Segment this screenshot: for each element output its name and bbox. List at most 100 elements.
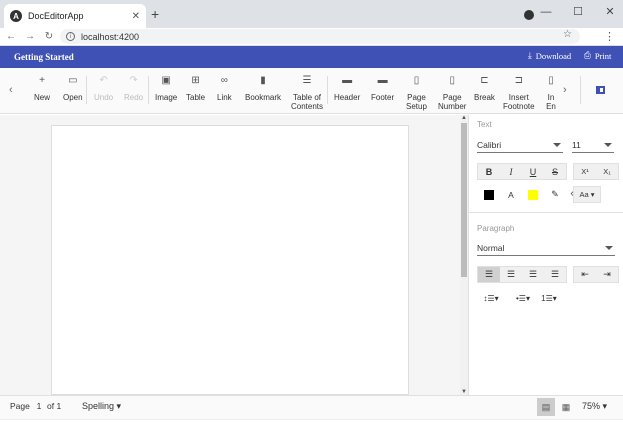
address-bar: ← → ↻ i localhost:4200 ☆ ⋮: [0, 28, 623, 46]
scroll-up-icon[interactable]: ▲: [460, 115, 468, 121]
font-color-button[interactable]: [478, 187, 500, 202]
page-number-input[interactable]: [32, 399, 46, 412]
redo-button[interactable]: ↷ Redo: [124, 76, 144, 103]
angular-favicon-icon: A: [10, 10, 22, 22]
chevron-down-icon: [553, 143, 561, 147]
toolbar-separator: [148, 76, 149, 104]
spelling-dropdown[interactable]: Spelling ▾: [82, 401, 121, 412]
browser-tab[interactable]: A DocEditorApp ✕: [4, 4, 146, 28]
superscript-button[interactable]: X¹: [574, 164, 596, 179]
document-page[interactable]: [51, 125, 409, 395]
change-case-button[interactable]: Aa ▾: [573, 186, 601, 203]
highlight-color-button[interactable]: [522, 187, 544, 202]
image-button[interactable]: ▣ Image: [155, 76, 177, 103]
chevron-down-icon: [604, 143, 612, 147]
align-justify-icon[interactable]: ☰: [544, 267, 566, 282]
footer-button[interactable]: ▬ Footer: [371, 76, 395, 103]
toolbar-scroll-right-icon[interactable]: ›: [563, 84, 567, 96]
toolbar-separator: [580, 76, 581, 104]
toolbar-separator: [86, 76, 87, 104]
properties-pane-toggle-icon[interactable]: [596, 86, 605, 94]
page-number-icon: ▯: [449, 75, 455, 86]
undo-button[interactable]: ↶ Undo: [94, 76, 113, 103]
table-of-contents-button[interactable]: ☰ Table of Contents: [291, 75, 323, 112]
italic-button[interactable]: I: [500, 164, 522, 179]
endnote-label-line1: In: [547, 93, 555, 102]
header-label: Header: [334, 93, 361, 102]
reload-icon[interactable]: ↻: [41, 31, 57, 42]
scrollbar-thumb[interactable]: [461, 123, 467, 277]
info-icon[interactable]: i: [66, 32, 75, 41]
table-icon: ⊞: [191, 75, 200, 86]
link-button[interactable]: ∞ Link: [217, 75, 232, 103]
script-group: X¹ X₁: [573, 163, 619, 180]
toc-label-line1: Table of: [293, 93, 322, 102]
profile-icon[interactable]: [524, 10, 534, 20]
underline-button[interactable]: U: [522, 164, 544, 179]
align-center-icon[interactable]: ☰: [500, 267, 522, 282]
header-button[interactable]: ▬ Header: [334, 75, 361, 103]
close-window-icon[interactable]: ✕: [603, 5, 617, 18]
minimize-icon[interactable]: —: [539, 6, 553, 18]
link-icon: ∞: [220, 75, 228, 86]
app-title: Getting Started: [14, 52, 74, 62]
break-button[interactable]: ⊏ Break: [474, 76, 495, 103]
font-color-label: A: [508, 189, 514, 200]
web-layout-icon[interactable]: ▦: [557, 398, 575, 416]
numbered-list-icon[interactable]: 1☰▾: [536, 291, 562, 306]
align-right-icon[interactable]: ☰: [522, 267, 544, 282]
bookmark-star-icon[interactable]: ☆: [563, 29, 572, 40]
font-size-dropdown[interactable]: 11: [572, 137, 614, 153]
paragraph-style-dropdown[interactable]: Normal: [477, 240, 615, 256]
page-number-button[interactable]: ▯ Page Number: [438, 75, 466, 112]
url-input[interactable]: i localhost:4200 ☆: [60, 29, 580, 44]
new-tab-icon[interactable]: +: [151, 6, 159, 22]
footer-label: Footer: [371, 93, 395, 102]
insert-endnote-button[interactable]: ▯ In En: [545, 76, 557, 111]
vertical-scrollbar[interactable]: ▲ ▼: [460, 115, 468, 395]
document-viewer[interactable]: [0, 115, 460, 395]
editor-toolbar: ‹ + New ▭ Open ↶ Undo ↷ Redo ▣ Image ⊞ T…: [0, 68, 623, 114]
footnote-label-line1: Insert: [508, 93, 529, 102]
paragraph-section-label: Paragraph: [477, 224, 515, 233]
app-title-bar: Getting Started ⤓ Download ⎙ Print: [0, 46, 623, 68]
browser-menu-icon[interactable]: ⋮: [604, 30, 615, 43]
page-setup-icon: ▯: [413, 75, 420, 86]
increase-indent-icon[interactable]: ⇥: [596, 267, 618, 282]
bold-button[interactable]: B: [478, 164, 500, 179]
maximize-icon[interactable]: ☐: [571, 5, 585, 18]
bookmark-button[interactable]: ▮ Bookmark: [245, 75, 281, 103]
download-button[interactable]: ⤓ Download: [528, 50, 571, 61]
download-label: Download: [535, 50, 572, 61]
zoom-dropdown[interactable]: 75% ▾: [582, 401, 607, 412]
subscript-button[interactable]: X₁: [596, 164, 618, 179]
new-label: New: [34, 93, 51, 102]
bookmark-icon: ▮: [260, 75, 266, 86]
page-number-label-line1: Page: [442, 93, 462, 102]
page-label: Page: [10, 401, 30, 411]
print-layout-icon[interactable]: ▤: [537, 398, 555, 416]
print-button[interactable]: ⎙ Print: [584, 50, 611, 61]
line-spacing-icon[interactable]: ↕☰▾: [478, 291, 504, 306]
back-icon[interactable]: ←: [3, 31, 19, 42]
table-button[interactable]: ⊞ Table: [186, 75, 206, 103]
page-setup-button[interactable]: ▯ Page Setup: [406, 75, 427, 112]
redo-label: Redo: [124, 93, 144, 102]
forward-icon[interactable]: →: [22, 31, 38, 42]
table-label: Table: [186, 93, 206, 102]
align-left-icon[interactable]: ☰: [478, 267, 500, 282]
bullet-list-icon[interactable]: •☰▾: [510, 291, 536, 306]
header-icon: ▬: [342, 75, 353, 86]
highlighter-icon[interactable]: ✎: [544, 187, 566, 202]
decrease-indent-icon[interactable]: ⇤: [574, 267, 596, 282]
tab-close-icon[interactable]: ✕: [132, 11, 140, 22]
strikethrough-button[interactable]: S: [544, 164, 566, 179]
page-count-label: of 1: [47, 401, 62, 411]
new-button[interactable]: + New: [34, 76, 51, 103]
table-of-contents-icon: ☰: [302, 75, 312, 86]
insert-footnote-button[interactable]: ⊐ Insert Footnote: [503, 76, 535, 112]
toolbar-scroll-left-icon[interactable]: ‹: [9, 84, 13, 96]
url-text: localhost:4200: [81, 31, 140, 42]
open-button[interactable]: ▭ Open: [63, 76, 83, 103]
font-family-dropdown[interactable]: Calibri: [477, 137, 563, 153]
